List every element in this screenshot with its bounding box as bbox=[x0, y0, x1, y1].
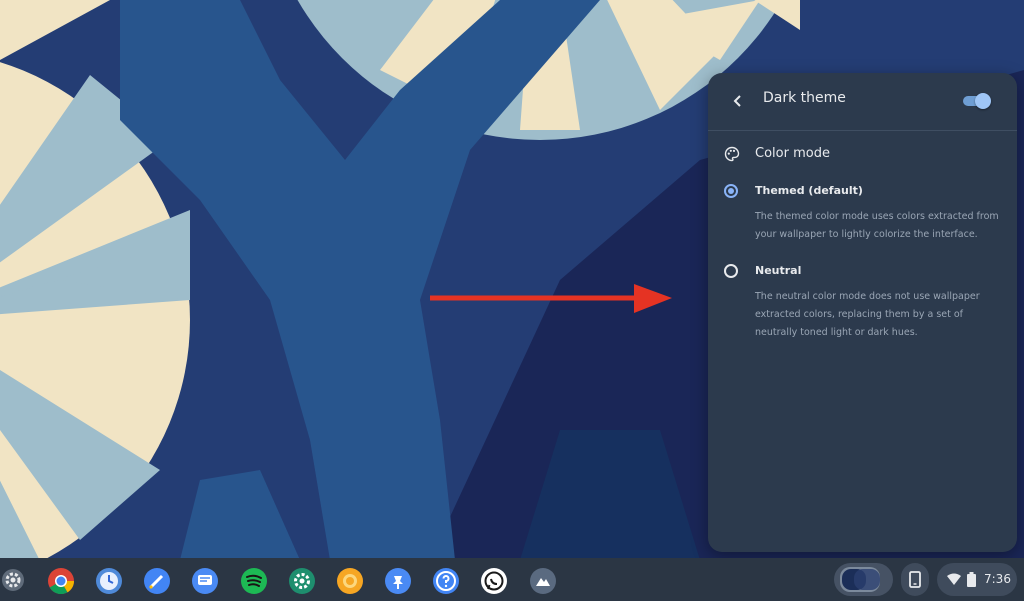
spotify-app[interactable] bbox=[240, 567, 267, 594]
phone-icon bbox=[909, 571, 921, 588]
phone-hub-button[interactable] bbox=[901, 563, 929, 596]
palette-icon bbox=[724, 146, 740, 162]
themed-option[interactable]: Themed (default) The themed color mode u… bbox=[724, 181, 1004, 247]
panel-title: Dark theme bbox=[763, 90, 846, 106]
status-area[interactable]: 7:36 bbox=[937, 563, 1017, 596]
dark-theme-toggle[interactable] bbox=[961, 93, 991, 109]
shelf: 7:36 bbox=[0, 558, 1024, 601]
toggle-knob bbox=[975, 93, 991, 109]
recent-screenshots-icon bbox=[840, 567, 880, 592]
clock-icon bbox=[96, 568, 122, 594]
neutral-option[interactable]: Neutral The neutral color mode does not … bbox=[724, 261, 1004, 341]
spotify-icon bbox=[241, 568, 267, 594]
settings-app[interactable] bbox=[288, 567, 315, 594]
themed-radio[interactable] bbox=[724, 184, 738, 198]
chrome-icon bbox=[48, 568, 75, 595]
help-app[interactable] bbox=[432, 567, 459, 594]
chrome-app[interactable] bbox=[47, 567, 75, 595]
messages-app[interactable] bbox=[191, 567, 218, 594]
dark-theme-panel: Dark theme Color mode Themed (default) T… bbox=[708, 73, 1017, 552]
help-icon bbox=[433, 568, 459, 594]
color-mode-section: Color mode bbox=[724, 144, 1004, 166]
back-button[interactable] bbox=[726, 89, 750, 113]
neutral-description: The neutral color mode does not use wall… bbox=[755, 291, 980, 338]
whatsapp-icon bbox=[481, 568, 507, 594]
chevron-left-icon bbox=[733, 95, 741, 107]
gallery-icon bbox=[530, 568, 556, 594]
tasks-app[interactable] bbox=[143, 567, 170, 594]
whatsapp-app[interactable] bbox=[480, 567, 507, 594]
tasks-pen-icon bbox=[144, 568, 170, 594]
settings-app-icon bbox=[289, 568, 315, 594]
settings-gear-icon bbox=[2, 569, 24, 591]
launcher-button[interactable] bbox=[0, 567, 26, 593]
section-title: Color mode bbox=[755, 146, 830, 161]
photos-lens-icon bbox=[337, 568, 363, 594]
pinning-pin-icon bbox=[385, 568, 411, 594]
wifi-icon bbox=[947, 573, 961, 585]
clock-time: 7:36 bbox=[984, 572, 1011, 586]
holding-space-tray[interactable] bbox=[834, 563, 893, 596]
battery-icon bbox=[967, 572, 976, 587]
gallery-app[interactable] bbox=[529, 567, 556, 594]
neutral-label: Neutral bbox=[755, 264, 802, 277]
camera-app[interactable] bbox=[336, 567, 363, 594]
clock-app[interactable] bbox=[95, 567, 122, 594]
messages-icon bbox=[192, 568, 218, 594]
themed-description: The themed color mode uses colors extrac… bbox=[755, 211, 999, 240]
pin-app[interactable] bbox=[384, 567, 411, 594]
themed-label: Themed (default) bbox=[755, 184, 863, 197]
panel-header: Dark theme bbox=[708, 73, 1017, 131]
neutral-radio[interactable] bbox=[724, 264, 738, 278]
